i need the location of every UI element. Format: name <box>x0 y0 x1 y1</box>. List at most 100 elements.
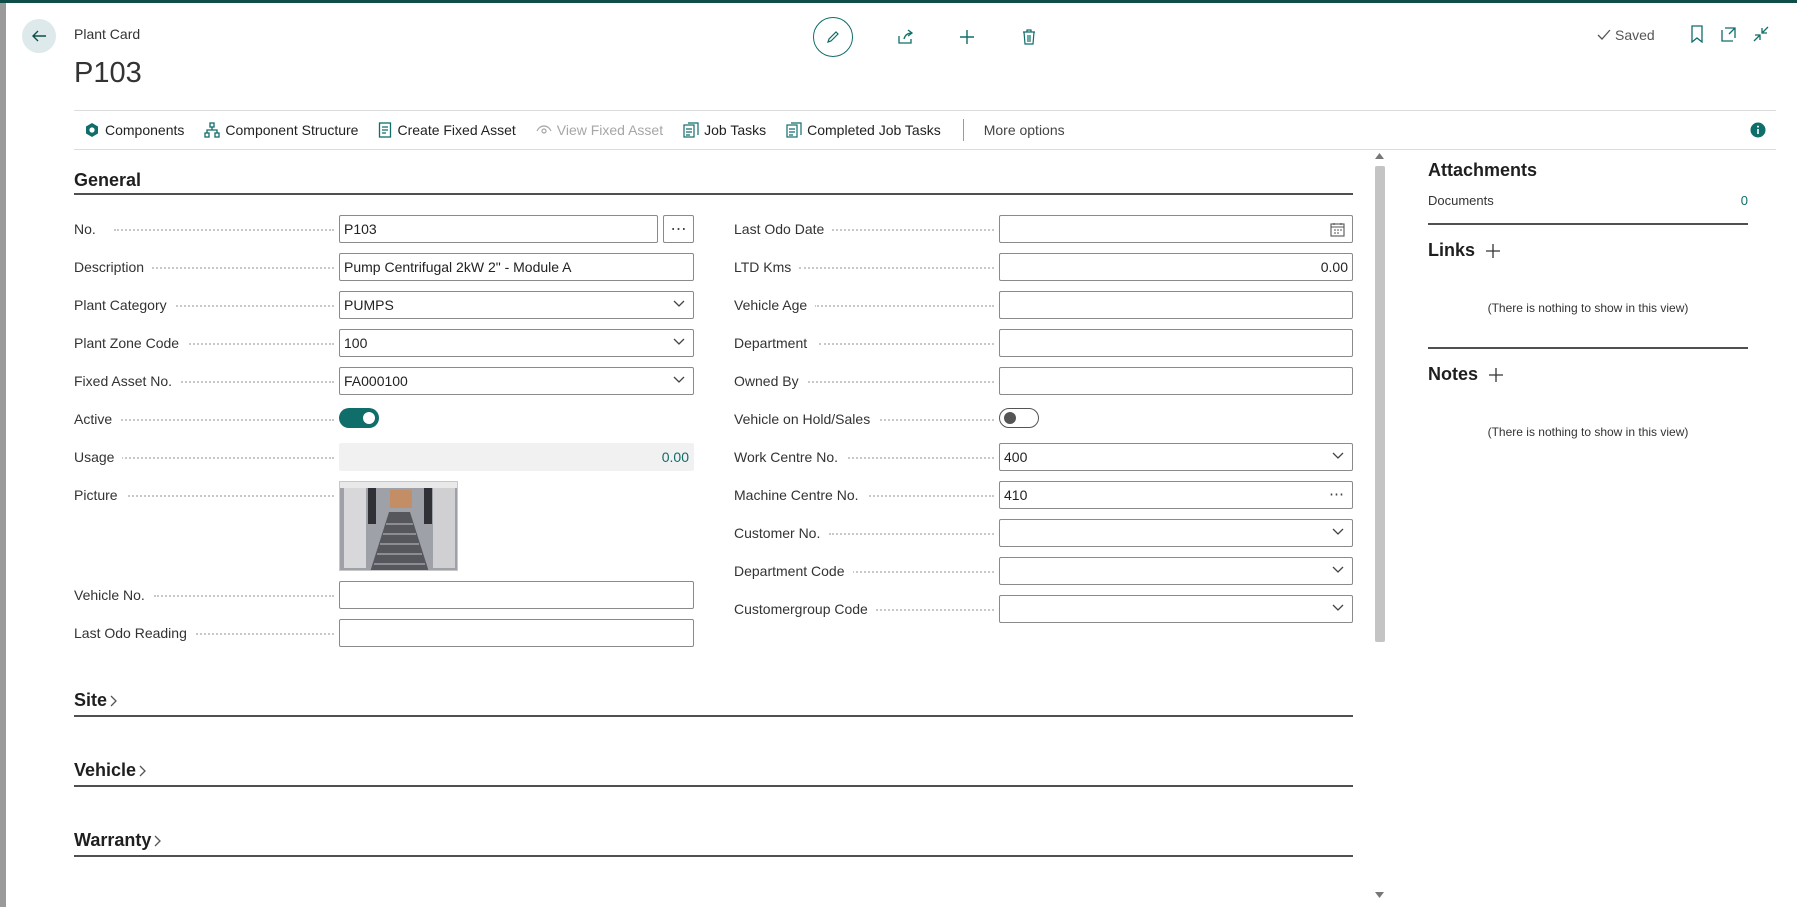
more-options-button[interactable]: More options <box>974 111 1075 149</box>
field-description-label: Description <box>74 259 153 275</box>
plant-zone-code-select[interactable]: 100 <box>339 329 694 357</box>
machine-centre-lookup-button[interactable]: ⋯ <box>1329 485 1344 503</box>
notes-title[interactable]: Notes <box>1428 364 1478 385</box>
field-owned-by: Owned By <box>734 367 1354 395</box>
collapse-button[interactable] <box>1751 24 1771 44</box>
action-completed-job-tasks[interactable]: Completed Job Tasks <box>776 111 951 149</box>
links-header: Links <box>1428 240 1748 261</box>
leader-dots <box>164 305 334 307</box>
header-actions <box>813 17 1040 57</box>
work-centre-no-select[interactable]: 400 <box>999 443 1353 471</box>
leader-dots <box>839 457 994 459</box>
chevron-down-icon <box>1332 452 1344 459</box>
field-active: Active <box>74 405 694 433</box>
edit-button[interactable] <box>813 17 853 57</box>
links-empty-message: (There is nothing to show in this view) <box>1487 301 1689 315</box>
leader-dots <box>829 533 994 535</box>
new-button[interactable] <box>956 26 978 48</box>
documents-count[interactable]: 0 <box>1741 193 1748 208</box>
field-vehicle-age-label: Vehicle Age <box>734 297 816 313</box>
field-work-centre-no: Work Centre No. 400 <box>734 443 1354 471</box>
department-input[interactable] <box>999 329 1353 357</box>
plus-icon[interactable] <box>1488 367 1504 383</box>
attachments-header[interactable]: Attachments <box>1428 160 1748 181</box>
action-view-fixed-asset[interactable]: View Fixed Asset <box>526 111 673 149</box>
checkmark-icon <box>1597 29 1611 40</box>
share-button[interactable] <box>894 26 916 48</box>
scroll-up-icon[interactable] <box>1375 153 1384 159</box>
attachments-divider <box>1428 223 1748 225</box>
last-odo-date-input[interactable] <box>999 215 1353 243</box>
section-warranty-title: Warranty <box>74 830 152 850</box>
no-lookup-button[interactable]: ⋯ <box>663 215 694 243</box>
links-title[interactable]: Links <box>1428 240 1475 261</box>
field-plant-category-label: Plant Category <box>74 297 175 313</box>
leader-dots <box>869 609 994 611</box>
field-department-code-label: Department Code <box>734 563 853 579</box>
field-plant-zone-code-label: Plant Zone Code <box>74 335 188 351</box>
leader-dots <box>804 381 994 383</box>
section-vehicle-divider <box>74 785 1353 787</box>
plant-picture[interactable] <box>339 481 458 571</box>
view-icon <box>536 125 552 134</box>
fixed-asset-no-select[interactable]: FA000100 <box>339 367 694 395</box>
document-icon <box>379 122 392 138</box>
field-usage-label: Usage <box>74 449 123 465</box>
back-button[interactable] <box>22 19 56 53</box>
plant-category-select[interactable]: PUMPS <box>339 291 694 319</box>
collapse-icon <box>1753 26 1769 42</box>
top-accent-bar <box>0 0 1797 3</box>
owned-by-input[interactable] <box>999 367 1353 395</box>
main-content: General No. P103 ⋯ Description Pump Cent… <box>74 158 1354 907</box>
main-scrollbar[interactable] <box>1372 150 1386 907</box>
field-machine-centre-no: Machine Centre No. 410 ⋯ <box>734 481 1354 509</box>
machine-centre-no-input[interactable]: 410 ⋯ <box>999 481 1353 509</box>
no-input[interactable]: P103 <box>339 215 658 243</box>
description-input[interactable]: Pump Centrifugal 2kW 2" - Module A <box>339 253 694 281</box>
action-view-fixed-asset-label: View Fixed Asset <box>556 122 664 138</box>
delete-button[interactable] <box>1018 26 1040 48</box>
vehicle-age-input[interactable] <box>999 291 1353 319</box>
section-vehicle-header[interactable]: Vehicle <box>74 760 147 781</box>
section-general-header[interactable]: General <box>74 170 141 191</box>
ltd-kms-input[interactable]: 0.00 <box>999 253 1353 281</box>
department-code-select[interactable] <box>999 557 1353 585</box>
action-component-structure[interactable]: Component Structure <box>194 111 368 149</box>
calendar-icon[interactable] <box>1330 222 1345 237</box>
vehicle-no-input[interactable] <box>339 581 694 609</box>
action-job-tasks[interactable]: Job Tasks <box>673 111 776 149</box>
leader-dots <box>114 457 334 459</box>
usage-value[interactable]: 0.00 <box>339 443 694 471</box>
chevron-right-icon <box>139 765 146 776</box>
field-no-label: No. <box>74 221 104 237</box>
last-odo-reading-input[interactable] <box>339 619 694 647</box>
leader-dots <box>849 571 994 573</box>
leader-dots <box>114 229 334 231</box>
customergroup-code-select[interactable] <box>999 595 1353 623</box>
field-description: Description Pump Centrifugal 2kW 2" - Mo… <box>74 253 694 281</box>
field-fixed-asset-no: Fixed Asset No. FA000100 <box>74 367 694 395</box>
field-fixed-asset-no-label: Fixed Asset No. <box>74 373 181 389</box>
section-warranty-header[interactable]: Warranty <box>74 830 162 851</box>
links-divider <box>1428 347 1748 349</box>
scroll-down-icon[interactable] <box>1375 892 1384 898</box>
vehicle-on-hold-toggle[interactable] <box>999 408 1039 428</box>
bookmark-button[interactable] <box>1687 24 1707 44</box>
info-icon[interactable] <box>1750 122 1766 138</box>
scroll-thumb[interactable] <box>1375 166 1385 642</box>
share-icon <box>898 29 914 44</box>
action-create-fixed-asset[interactable]: Create Fixed Asset <box>368 111 525 149</box>
action-components[interactable]: Components <box>74 111 194 149</box>
section-vehicle-title: Vehicle <box>74 760 137 780</box>
pencil-icon <box>827 31 839 43</box>
action-components-label: Components <box>105 122 185 138</box>
open-new-window-button[interactable] <box>1719 24 1739 44</box>
section-site-header[interactable]: Site <box>74 690 118 711</box>
plus-icon[interactable] <box>1485 243 1501 259</box>
factbox-pane: Attachments Documents 0 Links (There is … <box>1428 160 1748 439</box>
customer-no-select[interactable] <box>999 519 1353 547</box>
field-last-odo-date-label: Last Odo Date <box>734 221 833 237</box>
active-toggle[interactable] <box>339 408 379 428</box>
action-separator <box>962 119 964 141</box>
tasks-icon <box>683 122 699 138</box>
